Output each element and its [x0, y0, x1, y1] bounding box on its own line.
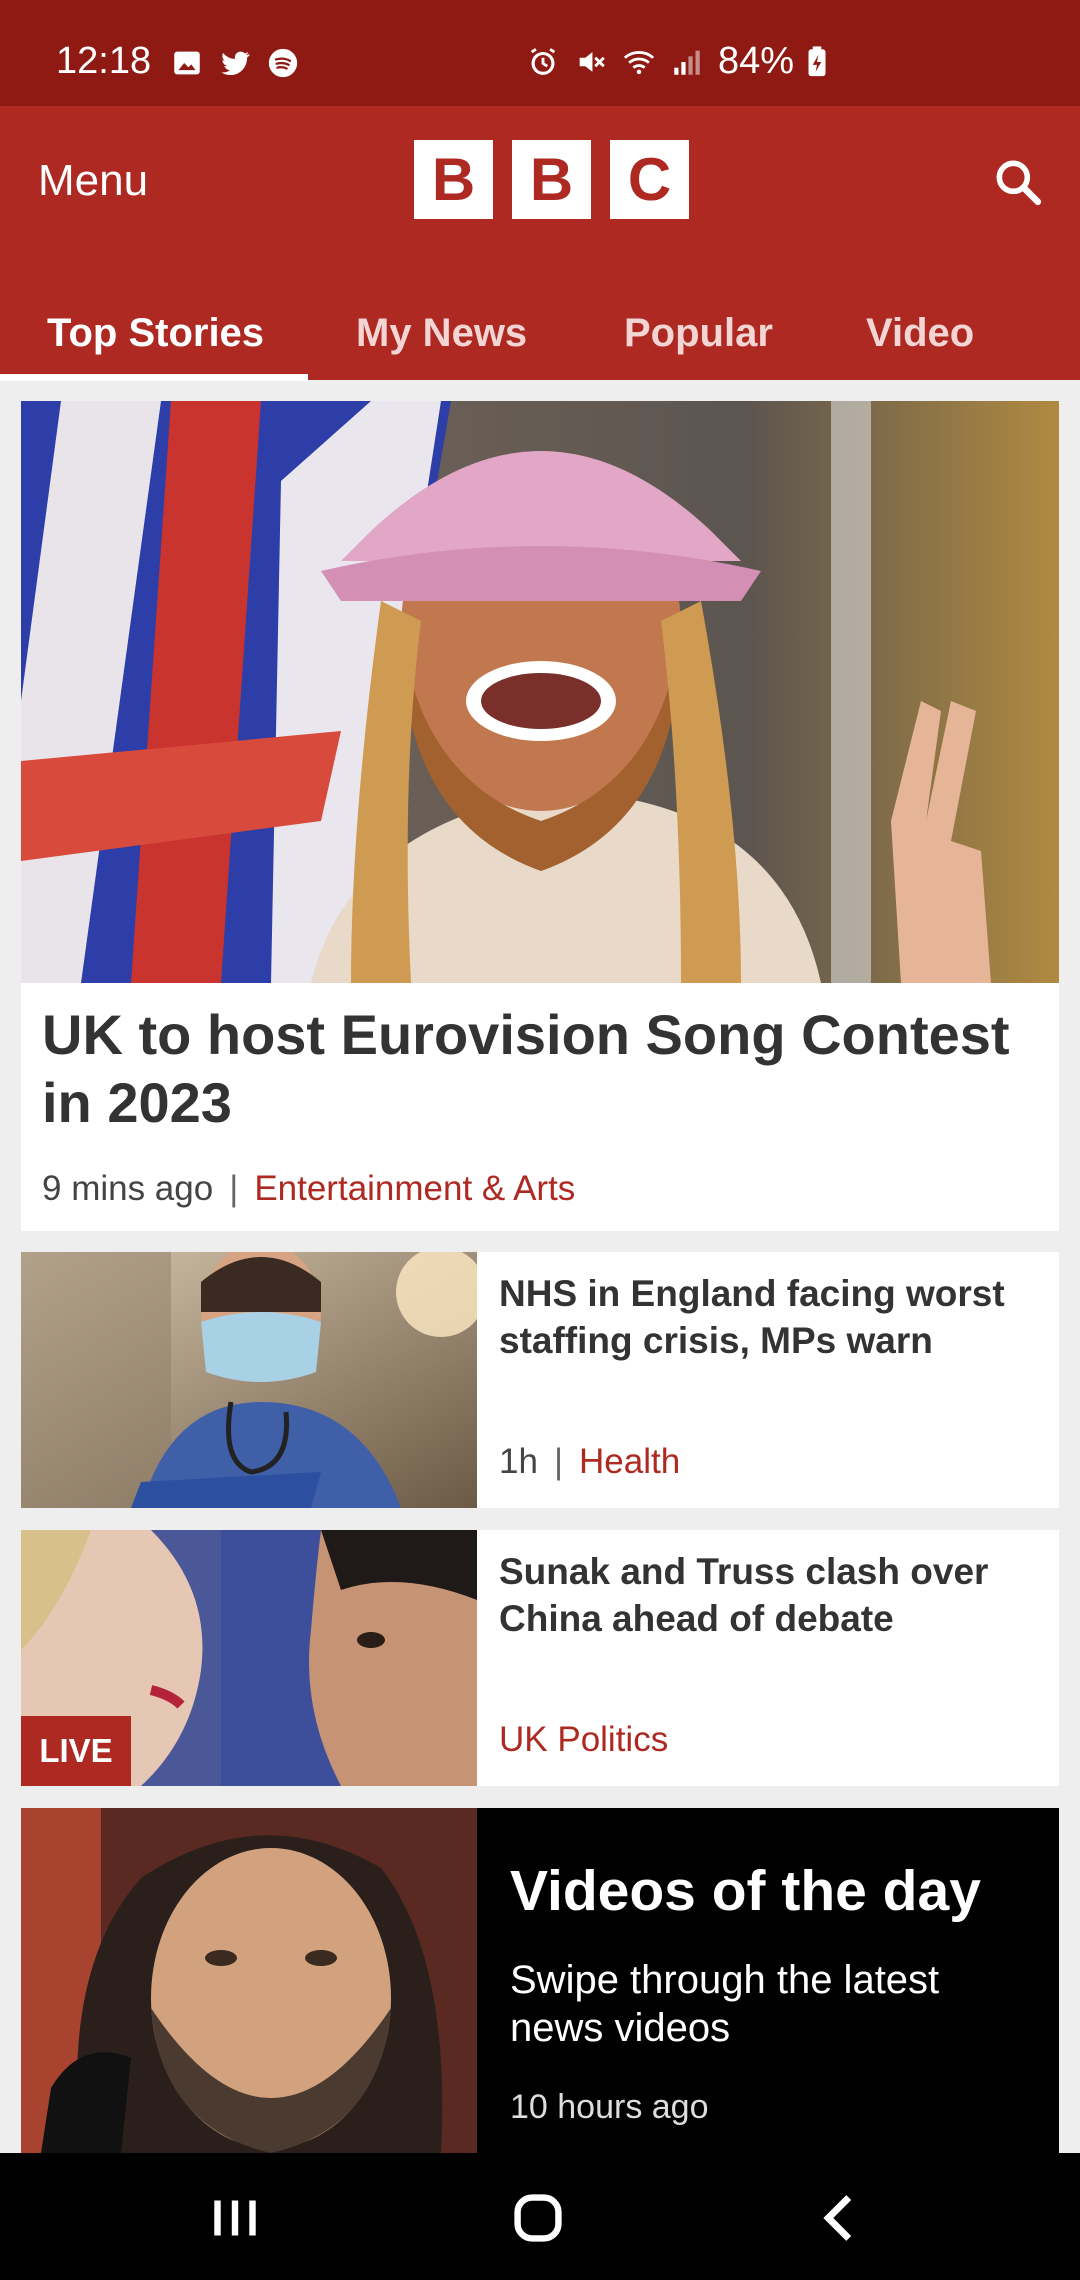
alarm-icon [530, 47, 556, 75]
videos-time: 10 hours ago [510, 2088, 709, 2126]
spotify-icon [268, 48, 298, 78]
story-card[interactable]: NHS in England facing worst staffing cri… [21, 1252, 1059, 1508]
recent-apps-icon[interactable] [200, 2183, 270, 2253]
story-meta: UK Politics [499, 1720, 668, 1760]
live-badge: LIVE [21, 1716, 131, 1786]
story-title: NHS in England facing worst staffing cri… [499, 1273, 1005, 1361]
story-card[interactable]: LIVE Sunak and Truss clash over China ah… [21, 1530, 1059, 1786]
logo-letter: B [512, 140, 591, 219]
app-header: Menu B B C Top Stories My News Popular V… [0, 106, 1080, 380]
tab-bar: Top Stories My News Popular Video [0, 286, 1080, 380]
tab-video[interactable]: Video [866, 286, 974, 380]
gallery-icon [174, 51, 200, 75]
story-title: Sunak and Truss clash over China ahead o… [499, 1551, 989, 1639]
story-category[interactable]: UK Politics [499, 1720, 668, 1760]
bbc-logo[interactable]: B B C [414, 140, 689, 219]
story-image [21, 1252, 477, 1508]
twitter-icon [221, 51, 250, 76]
search-icon[interactable] [990, 154, 1046, 210]
status-bar: 12:18 84% [0, 0, 1080, 106]
system-nav-bar [0, 2153, 1080, 2280]
story-image [21, 401, 1059, 983]
video-thumbnail [21, 1808, 477, 2153]
wifi-icon [623, 50, 655, 74]
active-tab-indicator [0, 374, 308, 381]
status-time: 12:18 [56, 40, 152, 82]
mute-icon [579, 51, 605, 72]
story-time: 9 mins ago [42, 1169, 214, 1208]
home-icon[interactable] [503, 2183, 573, 2253]
story-card-hero[interactable]: UK to host Eurovision Song Contest in 20… [21, 401, 1059, 1231]
story-title: UK to host Eurovision Song Contest in 20… [42, 1003, 1010, 1134]
story-time: 1h [499, 1442, 538, 1481]
story-category[interactable]: Health [579, 1442, 680, 1482]
signal-icon [674, 50, 700, 75]
tab-popular[interactable]: Popular [624, 286, 773, 380]
story-meta: 9 mins ago | Entertainment & Arts [42, 1169, 575, 1209]
logo-letter: C [610, 140, 689, 219]
story-category[interactable]: Entertainment & Arts [254, 1169, 575, 1209]
tab-top-stories[interactable]: Top Stories [47, 286, 264, 380]
videos-subtitle: Swipe through the latest news videos [510, 1958, 940, 2050]
meta-separator: | [229, 1169, 239, 1208]
videos-title: Videos of the day [510, 1859, 981, 1923]
battery-charging-icon [808, 45, 826, 76]
meta-separator: | [553, 1442, 564, 1481]
battery-percent: 84% [718, 40, 795, 82]
story-meta: 1h | Health [499, 1442, 680, 1482]
back-icon[interactable] [805, 2183, 875, 2253]
videos-of-the-day-card[interactable]: Videos of the day Swipe through the late… [21, 1808, 1059, 2153]
tab-my-news[interactable]: My News [356, 286, 527, 380]
menu-button[interactable]: Menu [38, 156, 148, 206]
logo-letter: B [414, 140, 493, 219]
